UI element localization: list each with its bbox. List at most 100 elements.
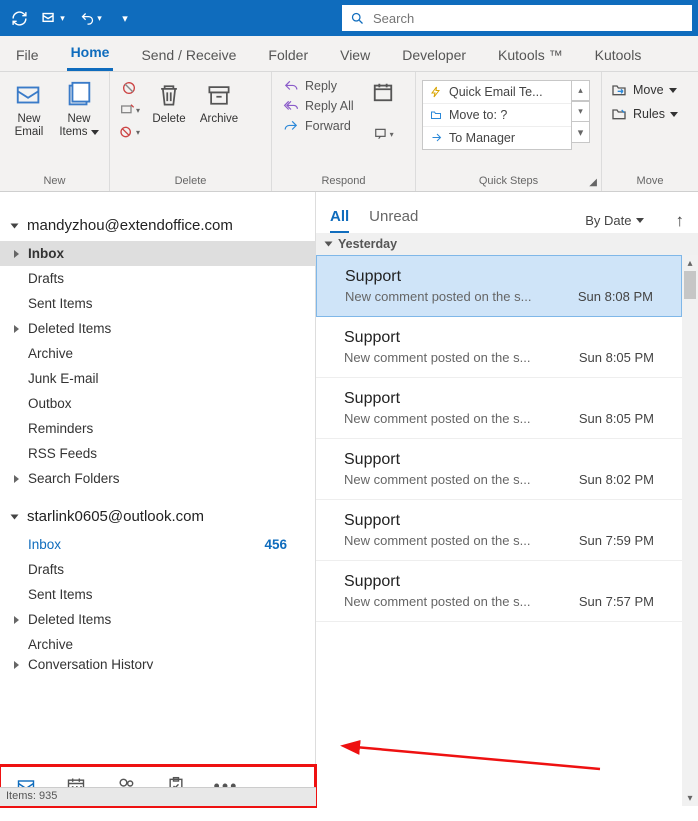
chevron-down-icon [636,218,644,223]
folder-item[interactable]: Conversation History [0,657,315,669]
folder-item[interactable]: RSS Feeds [0,441,315,466]
scroll-thumb[interactable] [684,271,696,299]
quick-step-item[interactable]: Move to: ? [423,104,571,127]
folder-item[interactable]: Deleted Items [0,316,315,341]
title-bar: ▾ ▾ ▾ [0,0,698,36]
folder-item[interactable]: Sent Items [0,291,315,316]
forward-label: Forward [305,119,351,133]
message-item[interactable]: SupportNew comment posted on the s...Sun… [316,500,682,561]
group-delete-label: Delete [116,175,265,189]
message-from: Support [344,512,654,530]
tab-kutools-tm[interactable]: Kutools ™ [494,39,567,71]
sync-icon[interactable] [6,5,32,31]
tab-view[interactable]: View [336,39,374,71]
reply-all-button[interactable]: Reply All [278,98,358,114]
reply-button[interactable]: Reply [278,78,358,94]
meeting-button[interactable] [366,78,400,106]
account-header[interactable]: starlink0605@outlook.com [0,501,315,532]
move-icon [610,82,628,98]
send-receive-icon[interactable]: ▾ [36,5,70,31]
message-item[interactable]: SupportNew comment posted on the s...Sun… [316,561,682,622]
folder-item[interactable]: Sent Items [0,582,315,607]
message-date: Sun 8:05 PM [579,350,654,365]
lightning-icon [429,86,443,98]
tab-developer[interactable]: Developer [398,39,470,71]
quick-step-label: Quick Email Te... [449,85,543,99]
message-item[interactable]: SupportNew comment posted on the s...Sun… [316,255,682,317]
quick-steps-gallery[interactable]: Quick Email Te... Move to: ? To Manager [422,80,572,150]
forward-icon [429,132,443,144]
undo-icon[interactable]: ▾ [74,5,108,31]
search-icon [350,11,365,26]
folder-item[interactable]: Archive [0,341,315,366]
message-item[interactable]: SupportNew comment posted on the s...Sun… [316,317,682,378]
gallery-more-button[interactable]: ▾ [572,122,590,143]
folder-item[interactable]: Drafts [0,557,315,582]
message-item[interactable]: SupportNew comment posted on the s...Sun… [316,378,682,439]
folder-move-icon [429,109,443,121]
folder-item[interactable]: Reminders [0,416,315,441]
message-from: Support [344,390,654,408]
group-quick-steps: Quick Email Te... Move to: ? To Manager … [416,72,602,191]
folder-item[interactable]: Drafts [0,266,315,291]
quick-step-label: To Manager [449,131,515,145]
gallery-up-button[interactable]: ▴ [572,80,590,101]
quick-step-item[interactable]: To Manager [423,127,571,149]
unread-count: 456 [264,537,287,552]
move-button[interactable]: Move [610,82,678,98]
folder-item[interactable]: Deleted Items [0,607,315,632]
qat-customize-icon[interactable]: ▾ [112,5,138,31]
search-box[interactable] [342,5,692,31]
delete-label: Delete [152,113,185,126]
folder-item[interactable]: Archive [0,632,315,657]
message-list-header: All Unread By Date ↑ [316,192,698,233]
gallery-down-button[interactable]: ▾ [572,101,590,122]
tab-file[interactable]: File [12,39,43,71]
group-respond-label: Respond [278,175,409,189]
ignore-icon[interactable] [116,78,142,98]
tab-kutools[interactable]: Kutools [591,39,646,71]
message-date: Sun 8:05 PM [579,411,654,426]
scrollbar[interactable]: ▴ ▾ [682,255,698,806]
reply-all-icon [282,99,300,113]
folder-item[interactable]: Inbox [0,241,315,266]
archive-label: Archive [200,113,238,126]
rules-button[interactable]: Rules [610,106,678,122]
new-email-button[interactable]: New Email [6,76,52,141]
scroll-up-icon[interactable]: ▴ [682,255,698,271]
folder-item[interactable]: Junk E-mail [0,366,315,391]
new-items-button[interactable]: New Items [56,76,102,141]
scroll-down-icon[interactable]: ▾ [682,790,698,806]
search-input[interactable] [373,11,684,26]
sort-button[interactable]: By Date [585,213,643,228]
folder-item[interactable]: Search Folders [0,466,315,491]
group-respond: Reply Reply All Forward ▾ Respond [272,72,416,191]
message-from: Support [344,451,654,469]
tab-folder[interactable]: Folder [264,39,312,71]
junk-icon[interactable]: ▾ [116,122,142,142]
dialog-launcher-icon[interactable]: ◢ [589,177,597,188]
date-group-header[interactable]: Yesterday [316,233,698,255]
filter-all[interactable]: All [330,208,349,233]
account-header[interactable]: mandyzhou@extendoffice.com [0,210,315,241]
chevron-down-icon [91,130,99,135]
more-respond-button[interactable]: ▾ [366,124,400,144]
new-items-icon [63,79,95,111]
ribbon: New Email New Items New ▾ ▾ Delete Archi… [0,72,698,192]
tab-home[interactable]: Home [67,36,114,71]
filter-unread[interactable]: Unread [369,208,418,233]
annotation-arrow [350,739,610,784]
delete-button[interactable]: Delete [146,76,192,129]
folder-item[interactable]: Inbox456 [0,532,315,557]
message-item[interactable]: SupportNew comment posted on the s...Sun… [316,439,682,500]
folder-item[interactable]: Outbox [0,391,315,416]
forward-button[interactable]: Forward [278,118,358,134]
cleanup-icon[interactable]: ▾ [116,100,142,120]
group-delete: ▾ ▾ Delete Archive Delete [110,72,272,191]
archive-button[interactable]: Archive [196,76,242,129]
sort-direction-icon[interactable]: ↑ [676,211,685,231]
quick-step-item[interactable]: Quick Email Te... [423,81,571,104]
tab-send-receive[interactable]: Send / Receive [137,39,240,71]
message-date: Sun 7:57 PM [579,594,654,609]
group-move: Move Rules Move [602,72,698,191]
